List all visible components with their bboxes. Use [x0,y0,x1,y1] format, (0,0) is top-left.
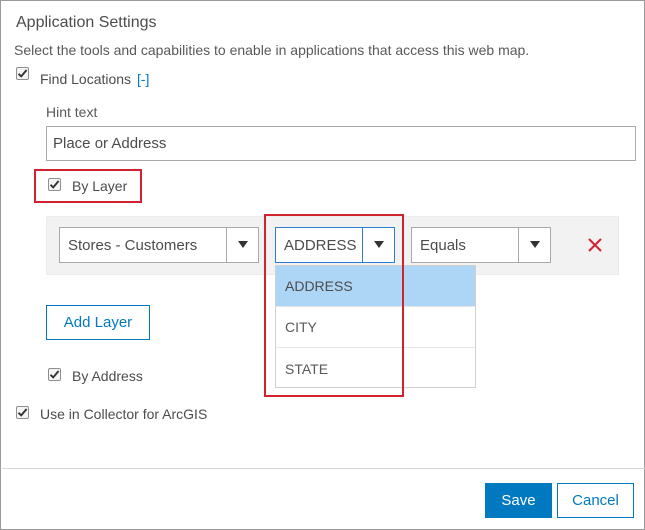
find-locations-checkbox[interactable] [16,67,29,85]
find-locations-label: Find Locations [-] [40,71,150,87]
use-in-collector-label: Use in Collector for ArcGIS [40,406,208,422]
dialog-description: Select the tools and capabilities to ena… [14,42,530,58]
cancel-button[interactable]: Cancel [557,483,634,518]
layer-select[interactable]: Stores - Customers [59,227,259,263]
by-layer-checkbox[interactable] [48,178,61,196]
use-in-collector-checkbox[interactable] [16,406,29,424]
footer-divider [2,468,645,469]
checkbox-checked-icon [48,178,61,191]
remove-layer-icon[interactable] [586,236,606,256]
save-button[interactable]: Save [485,483,552,518]
caret-down-icon[interactable] [518,228,550,262]
field-dropdown-highlight-box [264,214,404,397]
operator-select[interactable]: Equals [411,227,551,263]
by-address-label: By Address [72,368,143,384]
checkbox-checked-icon [48,368,61,381]
checkbox-checked-icon [16,406,29,419]
by-address-checkbox[interactable] [48,368,61,386]
hint-text-input[interactable] [46,126,636,161]
by-layer-label: By Layer [72,178,128,194]
add-layer-button[interactable]: Add Layer [46,305,150,340]
layer-select-value: Stores - Customers [68,236,198,254]
application-settings-dialog: Application Settings Select the tools an… [0,0,645,530]
hint-text-label: Hint text [46,104,98,120]
caret-down-icon[interactable] [226,228,258,262]
checkbox-checked-icon [16,67,29,80]
operator-select-value: Equals [420,236,466,254]
dialog-title: Application Settings [16,14,157,31]
collapse-toggle-link[interactable]: [-] [137,71,149,87]
